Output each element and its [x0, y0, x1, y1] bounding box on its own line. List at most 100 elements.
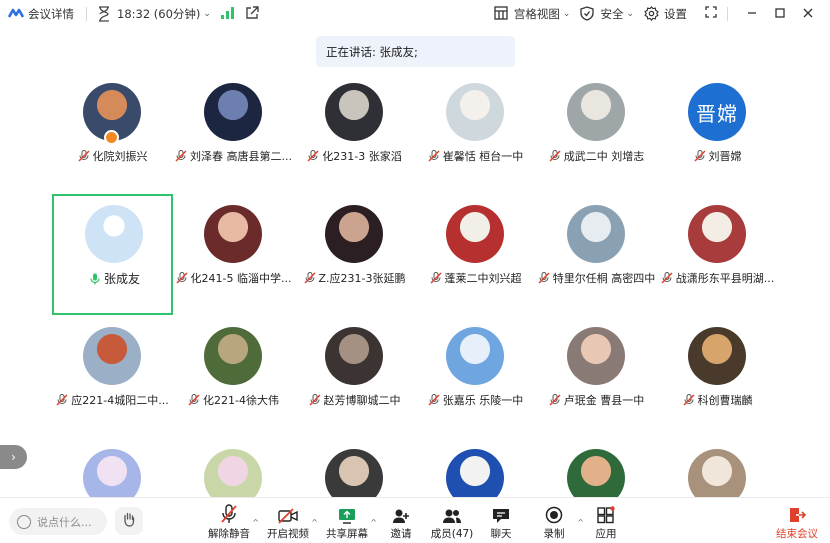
muted-mic-icon: [307, 150, 319, 162]
avatar: [567, 83, 625, 141]
security-button[interactable]: 安全 ⌄: [580, 3, 634, 25]
participant-name: 刘晋嫦: [708, 150, 742, 163]
muted-mic-icon: [188, 394, 200, 406]
chevron-up-icon[interactable]: ^: [370, 518, 377, 527]
participant-name: 化院刘振兴: [92, 150, 148, 163]
muted-mic-icon: [538, 272, 550, 284]
minimize-icon: [747, 7, 757, 22]
participant-tile[interactable]: 特里尔任桐 高密四中: [536, 194, 657, 315]
meeting-details-label: 会议详情: [28, 7, 74, 21]
participant-tile[interactable]: 化221-4徐大伟: [173, 316, 294, 437]
close-icon: [803, 7, 813, 22]
participant-name: 特里尔任桐 高密四中: [552, 272, 656, 285]
avatar: [446, 205, 504, 263]
participant-name-row: 化241-5 临淄中学...: [173, 270, 294, 286]
chat-bubble-icon: [477, 504, 525, 524]
muted-mic-icon: [77, 150, 90, 162]
participant-tile[interactable]: 化院刘振兴: [52, 72, 173, 193]
participant-tile[interactable]: 刘泽春 高唐县第二...: [173, 72, 294, 193]
apps-button[interactable]: 应用: [582, 504, 630, 541]
muted-mic-icon: [693, 150, 706, 162]
members-label: 成员(47): [430, 528, 474, 540]
video-off-icon: [264, 504, 312, 524]
muted-mic-icon: [205, 504, 253, 524]
participant-tile[interactable]: 成武二中 刘增志: [536, 72, 657, 193]
share-screen-icon: [323, 504, 371, 524]
layout-switch-button[interactable]: 宫格视图 ⌄: [494, 3, 570, 25]
chevron-right-icon: ›: [11, 450, 16, 464]
participant-tile[interactable]: 战潇彤东平县明湖...: [657, 194, 778, 315]
start-video-button[interactable]: 开启视频 ^: [264, 504, 318, 541]
avatar: [688, 327, 746, 385]
layout-label: 宫格视图: [513, 7, 560, 21]
settings-button[interactable]: 设置: [644, 3, 687, 25]
meeting-details-button[interactable]: 会议详情: [8, 3, 74, 25]
invite-label: 邀请: [390, 528, 412, 540]
participant-tile[interactable]: 崔馨恬 桓台一中: [415, 72, 536, 193]
participant-name: 蓬莱二中刘兴超: [444, 272, 522, 285]
participant-tile[interactable]: 张嘉乐 乐陵一中: [415, 316, 536, 437]
share-link-button[interactable]: [245, 3, 259, 25]
avatar: [325, 327, 383, 385]
participant-name: 化231-3 张家滔: [322, 150, 402, 163]
participant-tile[interactable]: Z.应231-3张延鹏: [294, 194, 415, 315]
avatar: [325, 205, 383, 263]
minimize-button[interactable]: [738, 3, 766, 25]
settings-label: 设置: [664, 7, 687, 21]
participant-name: 应221-4城阳二中...: [71, 394, 169, 407]
participant-tile[interactable]: 化231-3 张家滔: [294, 72, 415, 193]
maximize-button[interactable]: [766, 3, 794, 25]
avatar: [204, 83, 262, 141]
quick-chat-input[interactable]: 说点什么...: [9, 508, 107, 535]
gear-icon: [644, 6, 660, 22]
muted-mic-icon: [429, 272, 442, 284]
speaking-indicator: 正在讲话: 张成友;: [316, 36, 515, 67]
participant-name-row: 化221-4徐大伟: [173, 392, 294, 408]
close-button[interactable]: [794, 3, 822, 25]
participant-tile[interactable]: 张成友: [52, 194, 173, 315]
participant-tile[interactable]: 蓬莱二中刘兴超: [415, 194, 536, 315]
end-meeting-button[interactable]: 结束会议: [773, 504, 821, 541]
chat-button[interactable]: 聊天: [477, 504, 525, 541]
participant-name-row: 赵芳博聊城二中: [294, 392, 415, 408]
avatar: [446, 327, 504, 385]
hand-icon: [121, 511, 137, 531]
participant-tile[interactable]: 应221-4城阳二中...: [52, 316, 173, 437]
fullscreen-button[interactable]: [697, 3, 725, 25]
speaking-text: 正在讲话: 张成友;: [326, 44, 418, 59]
muted-mic-icon: [303, 272, 316, 284]
record-button[interactable]: 录制 ^: [530, 504, 584, 541]
meeting-time[interactable]: 18:32 (60分钟) ⌄: [97, 3, 211, 25]
participant-name: 张成友: [103, 272, 140, 286]
divider: [727, 7, 728, 21]
chevron-down-icon: ⌄: [203, 9, 211, 19]
people-icon: [428, 504, 476, 524]
muted-mic-icon: [682, 394, 695, 406]
network-signal[interactable]: [220, 3, 235, 25]
share-screen-label: 共享屏幕: [326, 528, 368, 540]
muted-mic-icon: [56, 394, 68, 406]
avatar: [446, 83, 504, 141]
divider: [86, 7, 87, 21]
unmute-button[interactable]: 解除静音 ^: [205, 504, 259, 541]
participant-tile[interactable]: 卢珉金 曹县一中: [536, 316, 657, 437]
participant-name-row: 刘晋嫦: [657, 148, 778, 164]
expand-side-panel-button[interactable]: ›: [0, 445, 27, 469]
participant-name-row: Z.应231-3张延鹏: [294, 270, 415, 286]
participant-tile[interactable]: 化241-5 临淄中学...: [173, 194, 294, 315]
share-screen-button[interactable]: 共享屏幕 ^: [323, 504, 377, 541]
participant-tile[interactable]: 科创曹瑞麟: [657, 316, 778, 437]
chevron-up-icon[interactable]: ^: [311, 518, 318, 527]
chevron-up-icon[interactable]: ^: [252, 518, 259, 527]
participant-tile[interactable]: 晋嫦 刘晋嫦: [657, 72, 778, 193]
invite-button[interactable]: 邀请: [377, 504, 425, 541]
participant-tile[interactable]: 赵芳博聊城二中: [294, 316, 415, 437]
members-button[interactable]: 成员(47): [428, 504, 476, 541]
raise-hand-button[interactable]: [115, 507, 143, 535]
end-meeting-label: 结束会议: [776, 528, 818, 540]
participant-name-row: 化231-3 张家滔: [294, 148, 415, 164]
participant-name-row: 张成友: [54, 270, 175, 287]
hourglass-icon: [97, 6, 113, 22]
participant-name: 崔馨恬 桓台一中: [442, 150, 524, 163]
exit-icon: [773, 504, 821, 524]
